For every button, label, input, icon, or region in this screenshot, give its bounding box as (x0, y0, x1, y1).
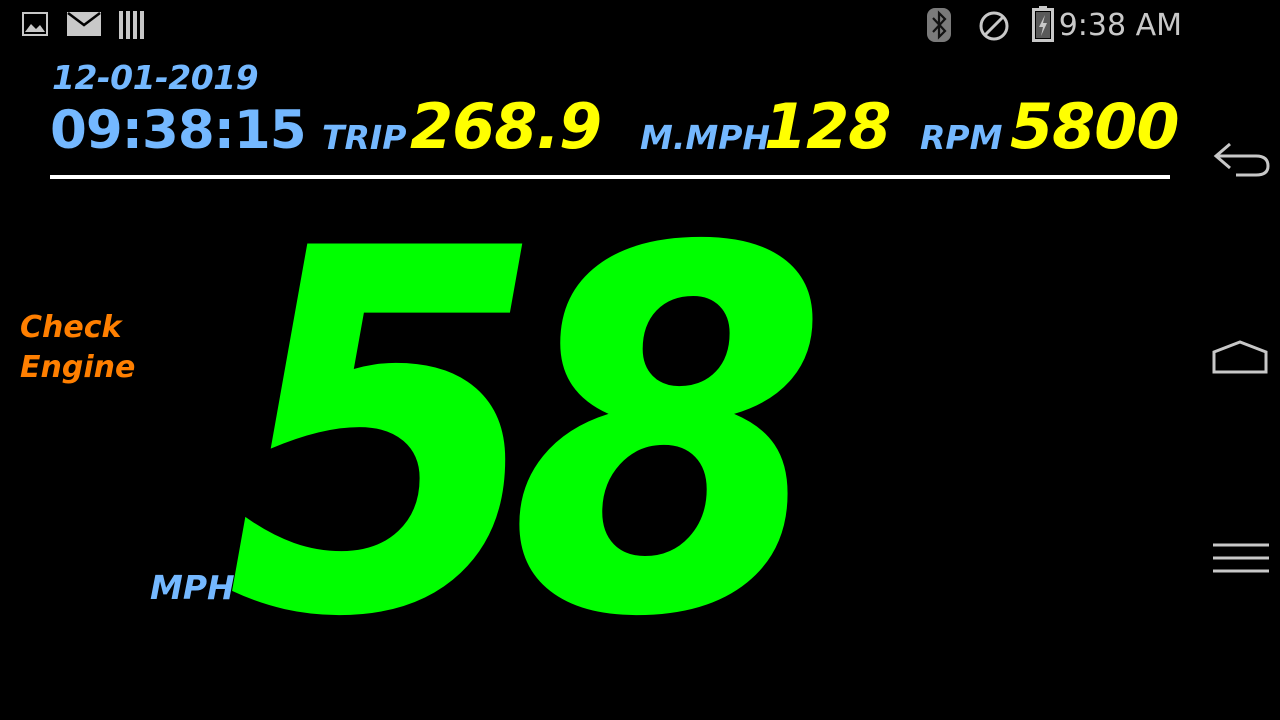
mail-icon (67, 12, 101, 41)
navigation-bar (1200, 0, 1280, 720)
battery-charging-icon (1032, 6, 1054, 47)
date-display: 12-01-2019 (52, 58, 259, 97)
back-icon (1210, 142, 1272, 184)
speed-unit-label: MPH (150, 568, 235, 607)
rpm-label: RPM (920, 118, 1003, 157)
rpm-value: 5800 (1010, 90, 1180, 163)
home-icon (1210, 340, 1272, 384)
status-bar: 9:38 AM (0, 0, 1200, 50)
bluetooth-icon (927, 8, 951, 47)
status-clock: 9:38 AM (1058, 8, 1182, 43)
home-button[interactable] (1210, 336, 1272, 380)
dashboard-screen: 9:38 AM 12-01-2019 09:38:15 TRIP 268.9 M… (0, 0, 1280, 720)
speed-value: 58 (226, 144, 829, 720)
no-interruptions-icon (978, 10, 1010, 47)
image-icon (22, 12, 48, 41)
warning-line-2: Engine (20, 350, 136, 385)
warning-line-1: Check (20, 310, 122, 345)
check-engine-warning: Check Engine (20, 308, 135, 388)
back-button[interactable] (1210, 136, 1272, 180)
menu-button[interactable] (1210, 536, 1272, 580)
menu-icon (1210, 543, 1272, 584)
barcode-icon (118, 10, 146, 45)
